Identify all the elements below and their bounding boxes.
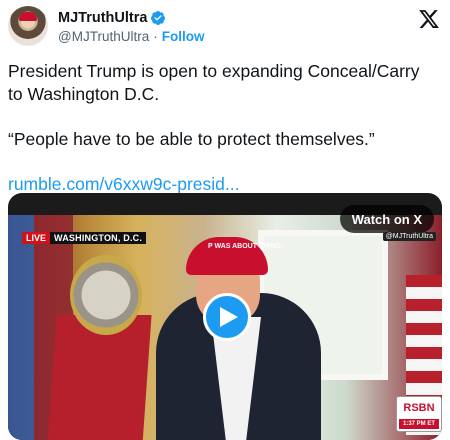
avatar[interactable] bbox=[8, 6, 48, 46]
watch-on-x-button[interactable]: Watch on X bbox=[339, 205, 434, 233]
hat-text: P WAS ABOUT THING! bbox=[208, 243, 284, 250]
play-icon bbox=[219, 307, 238, 327]
video-credit: @MJTruthUltra bbox=[382, 232, 436, 241]
x-logo-icon[interactable] bbox=[418, 8, 440, 30]
separator-dot: · bbox=[153, 29, 158, 44]
tweet-header: MJTruthUltra @MJTruthUltra · Follow bbox=[8, 6, 442, 50]
tweet-text-line1: President Trump is open to expanding Con… bbox=[8, 61, 420, 104]
location-tag: WASHINGTON, D.C. bbox=[50, 232, 147, 244]
tweet-link[interactable]: rumble.com/v6xxw9c-presid... bbox=[8, 174, 239, 194]
author-display-name[interactable]: MJTruthUltra bbox=[58, 10, 147, 26]
follow-button[interactable]: Follow bbox=[162, 29, 205, 44]
live-banner: LIVE WASHINGTON, D.C. bbox=[22, 231, 147, 245]
network-time: 1:37 PM ET bbox=[399, 419, 439, 429]
tweet-card[interactable]: MJTruthUltra @MJTruthUltra · Follow Pres… bbox=[0, 0, 450, 440]
author-handle[interactable]: @MJTruthUltra bbox=[58, 29, 149, 44]
verified-badge-icon bbox=[151, 10, 166, 25]
play-button[interactable] bbox=[203, 293, 251, 341]
background-seal bbox=[70, 255, 142, 335]
network-logo: RSBN 1:37 PM ET bbox=[396, 396, 442, 432]
author-info: MJTruthUltra @MJTruthUltra · Follow bbox=[58, 9, 205, 45]
live-tag: LIVE bbox=[22, 232, 51, 244]
tweet-text-quote: “People have to be able to protect thems… bbox=[8, 129, 375, 149]
network-logo-text: RSBN bbox=[403, 402, 435, 414]
